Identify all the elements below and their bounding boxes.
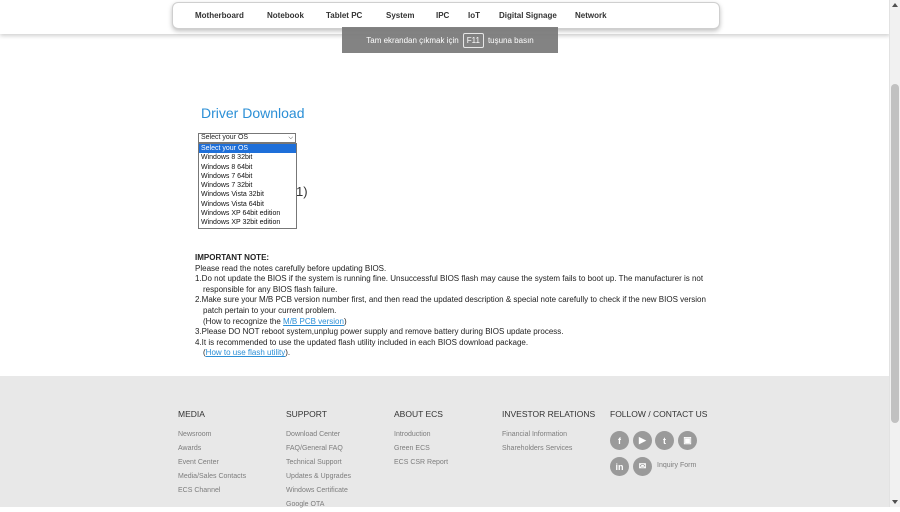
os-select[interactable]: Select your OS ⌵ — [198, 133, 296, 143]
nav-network[interactable]: Network — [575, 11, 607, 20]
footer-link[interactable]: Media/Sales Contacts — [178, 470, 246, 484]
footer-link[interactable]: Awards — [178, 442, 246, 456]
os-option[interactable]: Windows Vista 64bit — [199, 200, 296, 209]
footer-link[interactable]: Introduction — [394, 428, 448, 442]
note-text: ) — [343, 316, 347, 326]
os-option[interactable]: Windows 7 64bit — [199, 172, 296, 181]
footer-link[interactable]: Updates & Upgrades — [286, 470, 351, 484]
scroll-down-icon[interactable] — [892, 500, 898, 504]
f11-key-badge: F11 — [462, 32, 484, 48]
footer-about-column: ABOUT ECS Introduction Green ECS ECS CSR… — [394, 409, 448, 470]
footer-heading-media: MEDIA — [178, 409, 205, 419]
vertical-scrollbar[interactable] — [889, 0, 900, 507]
note-item-2: 2.Make sure your M/B PCB version number … — [195, 295, 706, 305]
os-option[interactable]: Select your OS — [199, 144, 296, 154]
scroll-up-icon[interactable] — [892, 3, 898, 7]
footer-link[interactable]: Event Center — [178, 456, 246, 470]
nav-system[interactable]: System — [386, 11, 414, 20]
footer-link[interactable]: Download Center — [286, 428, 351, 442]
footer-heading-investor: INVESTOR RELATIONS — [502, 409, 596, 419]
chevron-down-icon: ⌵ — [288, 135, 293, 141]
obscured-text: 1) — [296, 184, 308, 199]
note-item-2-link-line: (How to recognize the M/B PCB version) — [195, 317, 715, 328]
nav-tablet-pc[interactable]: Tablet PC — [326, 11, 362, 20]
youtube-icon[interactable]: ▶ — [633, 431, 652, 450]
nav-motherboard[interactable]: Motherboard — [195, 11, 244, 20]
footer-heading-support: SUPPORT — [286, 409, 327, 419]
nav-ipc[interactable]: IPC — [436, 11, 449, 20]
nav-iot[interactable]: IoT — [468, 11, 480, 20]
main-menu: Motherboard Notebook Tablet PC System IP… — [172, 2, 720, 29]
note-item-4: 4.It is recommended to use the updated f… — [195, 337, 529, 347]
instagram-icon[interactable]: ▣ — [678, 431, 697, 450]
note-text: (How to recognize the — [203, 316, 284, 326]
os-select-value: Select your OS — [201, 134, 249, 141]
footer-link[interactable]: Technical Support — [286, 456, 351, 470]
linkedin-icon[interactable]: in — [610, 457, 629, 476]
footer-link[interactable]: ECS CSR Report — [394, 456, 448, 470]
os-option[interactable]: Windows XP 32bit edition — [199, 218, 296, 227]
note-item-4-link-line: (How to use flash utility). — [195, 348, 715, 359]
os-option[interactable]: Windows 8 64bit — [199, 163, 296, 172]
page-title: Driver Download — [201, 105, 305, 121]
toast-text-before: Tam ekrandan çıkmak için — [366, 35, 459, 45]
os-option[interactable]: Windows Vista 32bit — [199, 190, 296, 199]
os-option[interactable]: Windows XP 64bit edition — [199, 209, 296, 218]
flash-utility-link[interactable]: How to use flash utility — [206, 348, 286, 357]
footer-link[interactable]: Newsroom — [178, 428, 246, 442]
mail-icon[interactable]: ✉ — [633, 457, 652, 476]
scrollbar-thumb[interactable] — [891, 84, 899, 423]
note-item-2-cont: patch pertain to your current problem. — [203, 305, 337, 315]
notes-heading: IMPORTANT NOTE: — [195, 253, 270, 262]
note-text: ). — [285, 348, 291, 358]
footer-link[interactable]: Windows Certificate — [286, 484, 351, 498]
nav-digital-signage[interactable]: Digital Signage — [499, 11, 557, 20]
footer-heading-follow: FOLLOW / CONTACT US — [610, 409, 708, 419]
fullscreen-exit-toast: Tam ekrandan çıkmak için F11 tuşuna bası… — [342, 27, 558, 53]
footer-link[interactable]: Google OTA — [286, 498, 351, 512]
note-item-1-cont: responsible for any BIOS flash failure. — [203, 284, 338, 294]
os-dropdown-list: Select your OS Windows 8 32bit Windows 8… — [198, 143, 297, 229]
footer-link[interactable]: Financial Information — [502, 428, 595, 442]
footer-link[interactable]: FAQ/General FAQ — [286, 442, 351, 456]
os-option[interactable]: Windows 7 32bit — [199, 181, 296, 190]
toast-text-after: tuşuna basın — [487, 35, 534, 45]
inquiry-form-link[interactable]: Inquiry Form — [657, 462, 696, 469]
footer-support-column: SUPPORT Download Center FAQ/General FAQ … — [286, 409, 351, 512]
site-footer: MEDIA Newsroom Awards Event Center Media… — [0, 376, 890, 508]
footer-link[interactable]: ECS Channel — [178, 484, 246, 498]
footer-media-column: MEDIA Newsroom Awards Event Center Media… — [178, 409, 246, 498]
os-option[interactable]: Windows 8 32bit — [199, 153, 296, 162]
facebook-icon[interactable]: f — [610, 431, 629, 450]
footer-link[interactable]: Green ECS — [394, 442, 448, 456]
note-item-1: 1.Do not update the BIOS if the system i… — [195, 274, 704, 284]
footer-investor-column: INVESTOR RELATIONS Financial Information… — [502, 409, 595, 456]
pcb-version-link[interactable]: M/B PCB version — [283, 317, 344, 326]
footer-heading-about: ABOUT ECS — [394, 409, 443, 419]
footer-link[interactable]: Shareholders Services — [502, 442, 595, 456]
important-notes: IMPORTANT NOTE: Please read the notes ca… — [195, 253, 715, 359]
footer-follow-column: FOLLOW / CONTACT US — [610, 409, 707, 428]
notes-intro: Please read the notes carefully before u… — [195, 263, 387, 273]
twitter-icon[interactable]: t — [655, 431, 674, 450]
nav-notebook[interactable]: Notebook — [267, 11, 304, 20]
note-item-3: 3.Please DO NOT reboot system,unplug pow… — [195, 327, 564, 337]
